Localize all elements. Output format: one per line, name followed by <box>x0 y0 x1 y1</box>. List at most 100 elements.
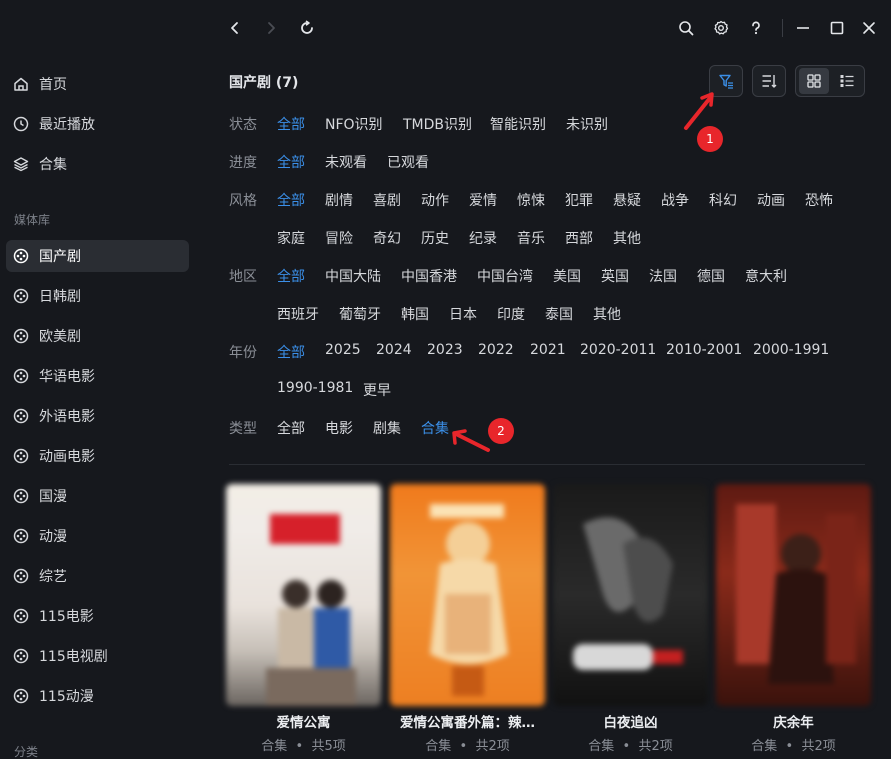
sort-button[interactable] <box>752 65 786 97</box>
close-button[interactable] <box>857 16 881 40</box>
filter-option[interactable]: 中国台湾 <box>477 266 533 286</box>
filter-option[interactable]: 更早 <box>363 380 391 400</box>
minimize-button[interactable] <box>791 16 815 40</box>
poster-image <box>226 484 381 706</box>
filter-option[interactable]: 2000-1991 <box>753 342 829 358</box>
sidebar-item-library[interactable]: 国产剧 <box>6 240 189 272</box>
filter-option[interactable]: 已观看 <box>387 152 429 172</box>
filter-option[interactable]: 家庭 <box>277 228 305 248</box>
sidebar-item-collections[interactable]: 合集 <box>6 148 189 180</box>
filter-option[interactable]: 全部 <box>277 342 305 362</box>
filter-option[interactable]: 全部 <box>277 418 305 438</box>
filter-option[interactable]: 动画 <box>757 190 785 210</box>
filter-option[interactable]: 西部 <box>565 228 593 248</box>
back-button[interactable] <box>223 16 247 40</box>
filter-option[interactable]: 2022 <box>478 342 514 358</box>
chevron-left-icon <box>231 22 238 34</box>
sidebar-item-library[interactable]: 115电影 <box>6 600 189 632</box>
sidebar-item-library[interactable]: 动画电影 <box>6 440 189 472</box>
filter-option[interactable]: 法国 <box>649 266 677 286</box>
filter-option[interactable]: 全部 <box>277 114 305 134</box>
filter-option[interactable]: NFO识别 <box>325 114 383 134</box>
filter-option[interactable]: 2024 <box>376 342 412 358</box>
filter-option[interactable]: 韩国 <box>401 304 429 324</box>
media-card[interactable]: 爱情公寓 合集 • 共5项 <box>226 484 381 754</box>
settings-button[interactable] <box>709 16 733 40</box>
filter-option[interactable]: 剧集 <box>373 418 401 438</box>
forward-button[interactable] <box>259 16 283 40</box>
filter-option[interactable]: 音乐 <box>517 228 545 248</box>
sidebar-item-library[interactable]: 外语电影 <box>6 400 189 432</box>
filter-option[interactable]: 电影 <box>325 418 353 438</box>
clock-icon <box>13 116 29 132</box>
filter-option[interactable]: 2010-2001 <box>666 342 742 358</box>
filter-option[interactable]: 2021 <box>530 342 566 358</box>
layers-icon <box>13 156 29 172</box>
filter-option[interactable]: 1990-1981 <box>277 380 353 396</box>
sidebar-item-library[interactable]: 115动漫 <box>6 680 189 712</box>
filter-option[interactable]: 冒险 <box>325 228 353 248</box>
card-title: 爱情公寓 <box>276 715 331 731</box>
filter-option[interactable]: 其他 <box>613 228 641 248</box>
search-button[interactable] <box>674 16 698 40</box>
list-view-button[interactable] <box>832 68 862 94</box>
filter-option[interactable]: 2023 <box>427 342 463 358</box>
filter-option[interactable]: 全部 <box>277 190 305 210</box>
annotation-badge-1: 1 <box>697 126 723 152</box>
sidebar-item-label: 国产剧 <box>39 249 81 265</box>
gear-icon <box>714 20 729 35</box>
media-card[interactable]: 爱情公寓番外篇：辣… 合集 • 共2项 <box>390 484 545 754</box>
library-icon <box>13 648 29 664</box>
filter-option[interactable]: 犯罪 <box>565 190 593 210</box>
filter-option[interactable]: 爱情 <box>469 190 497 210</box>
filter-option[interactable]: 英国 <box>601 266 629 286</box>
sidebar-item-library[interactable]: 综艺 <box>6 560 189 592</box>
filter-option[interactable]: TMDB识别 <box>403 114 472 134</box>
filter-option[interactable]: 剧情 <box>325 190 353 210</box>
sidebar-item-recent[interactable]: 最近播放 <box>6 108 189 140</box>
filter-option[interactable]: 未观看 <box>325 152 367 172</box>
filter-option[interactable]: 意大利 <box>745 266 787 286</box>
filter-option[interactable]: 动作 <box>421 190 449 210</box>
filter-option[interactable]: 日本 <box>449 304 477 324</box>
filter-option[interactable]: 未识别 <box>566 114 608 134</box>
filter-option[interactable]: 中国大陆 <box>325 266 381 286</box>
filter-option[interactable]: 泰国 <box>545 304 573 324</box>
filter-option[interactable]: 2025 <box>325 342 361 358</box>
filter-option[interactable]: 全部 <box>277 266 305 286</box>
filter-option[interactable]: 历史 <box>421 228 449 248</box>
filter-option[interactable]: 奇幻 <box>373 228 401 248</box>
filter-option[interactable]: 智能识别 <box>490 114 546 134</box>
filter-option[interactable]: 中国香港 <box>401 266 457 286</box>
filter-option[interactable]: 全部 <box>277 152 305 172</box>
maximize-button[interactable] <box>825 16 849 40</box>
media-card[interactable]: 庆余年 合集 • 共2项 <box>716 484 871 754</box>
filter-option[interactable]: 恐怖 <box>805 190 833 210</box>
filter-option[interactable]: 美国 <box>553 266 581 286</box>
media-card[interactable]: 白夜追凶 合集 • 共2项 <box>553 484 708 754</box>
refresh-button[interactable] <box>295 16 319 40</box>
sidebar-item-home[interactable]: 首页 <box>6 68 189 100</box>
help-button[interactable] <box>744 16 768 40</box>
sidebar-item-library[interactable]: 115电视剧 <box>6 640 189 672</box>
filter-option[interactable]: 惊悚 <box>517 190 545 210</box>
filter-option[interactable]: 纪录 <box>469 228 497 248</box>
filter-option[interactable]: 印度 <box>497 304 525 324</box>
filter-option[interactable]: 悬疑 <box>613 190 641 210</box>
sidebar-item-library[interactable]: 华语电影 <box>6 360 189 392</box>
sidebar-item-library[interactable]: 日韩剧 <box>6 280 189 312</box>
filter-option[interactable]: 德国 <box>697 266 725 286</box>
card-subtitle: 合集 • 共2项 <box>425 739 510 754</box>
filter-option[interactable]: 2020-2011 <box>580 342 656 358</box>
sidebar-item-library[interactable]: 欧美剧 <box>6 320 189 352</box>
filter-option[interactable]: 其他 <box>593 304 621 324</box>
sidebar-item-library[interactable]: 动漫 <box>6 520 189 552</box>
grid-view-button[interactable] <box>799 68 829 94</box>
sidebar-item-library[interactable]: 国漫 <box>6 480 189 512</box>
filter-option[interactable]: 合集 <box>421 418 449 438</box>
filter-option[interactable]: 西班牙 <box>277 304 319 324</box>
filter-option[interactable]: 喜剧 <box>373 190 401 210</box>
filter-option[interactable]: 科幻 <box>709 190 737 210</box>
filter-option[interactable]: 战争 <box>661 190 689 210</box>
filter-option[interactable]: 葡萄牙 <box>339 304 381 324</box>
